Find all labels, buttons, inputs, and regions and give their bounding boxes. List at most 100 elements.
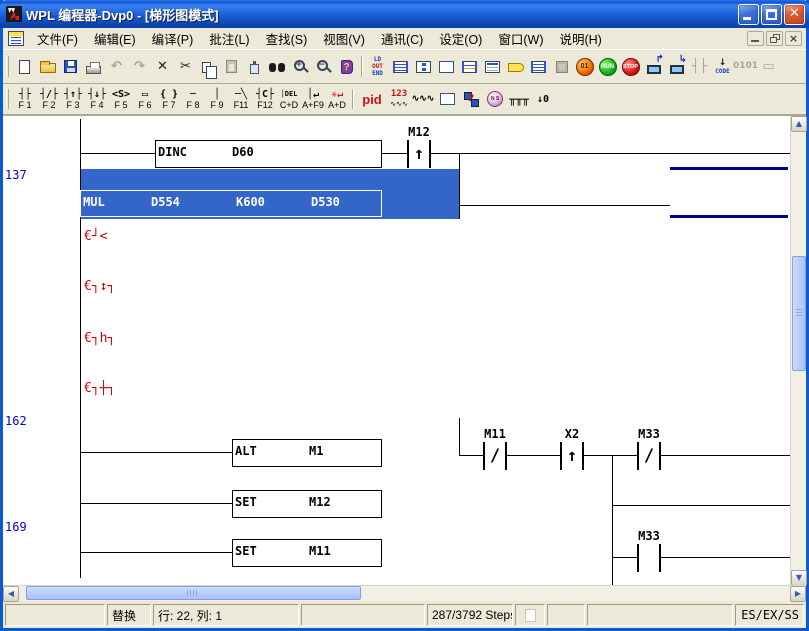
menu-help[interactable]: 说明(H): [551, 27, 609, 51]
menu-communication[interactable]: 通讯(C): [373, 27, 431, 51]
delete-row-button[interactable]: ✳↵A+D: [325, 86, 349, 113]
pulse-123-button[interactable]: 123∿∿∿: [387, 86, 411, 113]
instruction-box-set-m11[interactable]: SET M11: [232, 539, 382, 567]
code-convert-button[interactable]: ↓ CODE: [711, 54, 734, 79]
scroll-right-button[interactable]: ▶: [790, 586, 806, 602]
f1-open-contact-button[interactable]: ┤├F 1: [13, 86, 37, 113]
print-button[interactable]: [82, 54, 105, 79]
menu-comment[interactable]: 批注(L): [201, 27, 257, 51]
f12-c-contact-button[interactable]: ┤C├F12: [253, 86, 277, 113]
maximize-button[interactable]: [761, 4, 782, 25]
contact-m12-rising[interactable]: ↑: [407, 140, 431, 168]
stop-button[interactable]: STOP: [619, 54, 642, 79]
ladder-editor[interactable]: 137 162 169 DINC D60 MUL: [3, 116, 790, 586]
menu-view[interactable]: 视图(V): [315, 27, 373, 51]
wire-rung162-contacts: [459, 455, 790, 456]
stamp-button[interactable]: [243, 54, 266, 79]
f6-coil-button[interactable]: ▭F 6: [133, 86, 157, 113]
instruction-box-set-m12[interactable]: SET M12: [232, 490, 382, 518]
sfc-view-button[interactable]: [412, 54, 435, 79]
status-replace-mode: 替换: [107, 604, 151, 626]
scroll-left-button[interactable]: ◀: [3, 586, 19, 602]
contact-label-m33: M33: [625, 427, 673, 441]
ladder-monitor-button[interactable]: [458, 54, 481, 79]
delete-vline-button[interactable]: │DELC+D: [277, 86, 301, 113]
f9-vline-button[interactable]: │F 9: [205, 86, 229, 113]
zoom-out-button[interactable]: −: [312, 54, 335, 79]
simulate-button[interactable]: 01: [573, 54, 596, 79]
f11-line-tool-button[interactable]: ─╲F11: [229, 86, 253, 113]
ns-ball-button[interactable]: N S: [483, 86, 507, 113]
f2-closed-contact-button[interactable]: ┤/├F 2: [37, 86, 61, 113]
instruction-list-button[interactable]: LDOUTEND: [366, 54, 389, 79]
window-title: WPL 编程器-Dvp0 - [梯形图模式]: [26, 5, 736, 24]
menu-edit[interactable]: 编辑(E): [86, 27, 144, 51]
scroll-down-button[interactable]: ▼: [791, 570, 807, 586]
contact-x2-rising[interactable]: ↑: [560, 442, 584, 470]
toolbar-grip[interactable]: [6, 56, 9, 76]
menu-search[interactable]: 查找(S): [258, 27, 316, 51]
help-button[interactable]: ?: [335, 54, 358, 79]
insert-row-button[interactable]: │↵A+F9: [301, 86, 325, 113]
instruction-box-alt[interactable]: ALT M1: [232, 439, 382, 467]
instruction-box-dinc[interactable]: DINC D60: [155, 140, 382, 168]
close-button[interactable]: ✕: [784, 4, 805, 25]
pulse-wave-button[interactable]: ∿∿∿: [411, 86, 435, 113]
mdi-restore-button[interactable]: [766, 31, 783, 46]
vertical-scrollbar[interactable]: ▲ ▼: [790, 116, 806, 586]
contact-m33-open[interactable]: [637, 544, 661, 572]
device-grid-button[interactable]: [435, 86, 459, 113]
pid-icon: pid: [362, 94, 382, 105]
wire-branch-middle: [612, 505, 790, 506]
comment-button[interactable]: [504, 54, 527, 79]
open-button[interactable]: [36, 54, 59, 79]
cut-button[interactable]: ✂: [174, 54, 197, 79]
menu-window[interactable]: 窗口(W): [490, 27, 551, 51]
ladder-view-button[interactable]: [389, 54, 412, 79]
f7-output-button[interactable]: { }F 7: [157, 86, 181, 113]
toolbar-grip[interactable]: [6, 89, 9, 109]
vertical-scroll-thumb[interactable]: [792, 256, 806, 371]
status-panel-blank: [547, 604, 585, 626]
download-button[interactable]: ↳: [665, 54, 688, 79]
device-table-button[interactable]: [435, 54, 458, 79]
jump-zero-button[interactable]: ↓0: [531, 86, 555, 113]
contact-m33-closed[interactable]: /: [637, 442, 661, 470]
minimize-button[interactable]: [738, 4, 759, 25]
wire-right-branch: [612, 455, 613, 586]
find-button[interactable]: [266, 54, 289, 79]
copy-button[interactable]: [197, 54, 220, 79]
pid-button[interactable]: pid: [357, 86, 387, 113]
mdi-close-button[interactable]: ×: [785, 31, 802, 46]
new-button[interactable]: [13, 54, 36, 79]
run-button[interactable]: RUN: [596, 54, 619, 79]
f4-falling-contact-button[interactable]: ┤↓├F 4: [85, 86, 109, 113]
f5-s-block-button[interactable]: <S>F 5: [109, 86, 133, 113]
document-icon[interactable]: [8, 31, 24, 46]
status-steps: 287/3792 Steps: [427, 604, 513, 626]
save-button[interactable]: [59, 54, 82, 79]
f8-hline-button[interactable]: ─F 8: [181, 86, 205, 113]
edit-squares-button[interactable]: 2: [459, 86, 483, 113]
horizontal-scroll-thumb[interactable]: [26, 586, 361, 600]
horizontal-scrollbar[interactable]: ◀ ▶: [3, 585, 806, 601]
zoom-in-button[interactable]: +: [289, 54, 312, 79]
contact-m11-closed[interactable]: /: [483, 442, 507, 470]
menu-options[interactable]: 设定(O): [431, 27, 490, 51]
device-list-button[interactable]: [481, 54, 504, 79]
scroll-up-button[interactable]: ▲: [791, 116, 807, 132]
ladder-symbols-button[interactable]: [527, 54, 550, 79]
delete-button[interactable]: ✕: [151, 54, 174, 79]
menu-compile[interactable]: 编译(P): [144, 27, 202, 51]
horizontal-scroll-track[interactable]: [19, 586, 790, 601]
io-comb-button[interactable]: ╥╥╥: [507, 86, 531, 113]
mdi-minimize-button[interactable]: [747, 31, 764, 46]
f3-rising-contact-button[interactable]: ┤↑├F 3: [61, 86, 85, 113]
status-overwrite-indicator: [515, 604, 545, 626]
instruction-box-mul-selected[interactable]: MUL D554 K600 D530: [80, 190, 382, 217]
status-panel-blank: [5, 604, 105, 626]
upload-button[interactable]: ↱: [642, 54, 665, 79]
jump-zero-icon: ↓0: [537, 94, 549, 105]
app-window: WPL 编程器-Dvp0 - [梯形图模式] ✕ 文件(F) 编辑(E) 编译(…: [0, 0, 809, 631]
menu-file[interactable]: 文件(F): [29, 27, 86, 51]
